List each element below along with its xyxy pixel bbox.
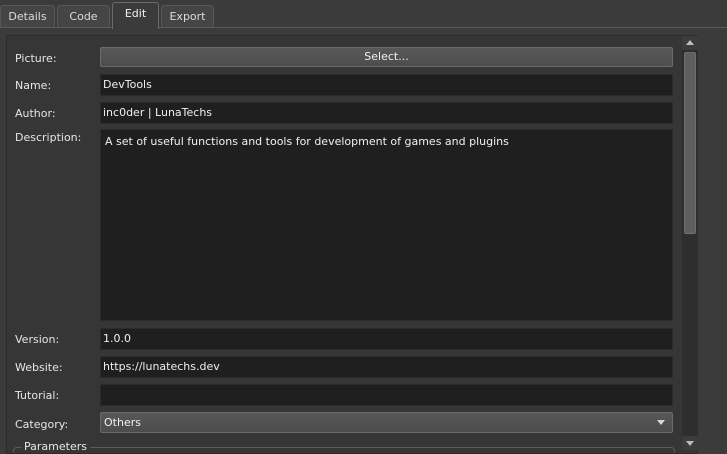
edit-form-panel: Picture: Select... Name: DevTools Author… [6,35,698,454]
author-label: Author: [15,107,56,120]
window-edge [700,28,727,454]
tab-code[interactable]: Code [57,5,110,28]
parameters-group-title: Parameters [21,440,90,453]
tab-bar-divider [0,27,727,28]
parameters-groupbox [13,447,675,453]
name-label: Name: [15,79,52,92]
website-field[interactable]: https://lunatechs.dev [100,356,673,378]
scroll-up-button[interactable] [682,36,698,50]
scroll-down-button[interactable] [682,436,698,450]
select-picture-button[interactable]: Select... [100,47,673,67]
category-label: Category: [15,418,69,431]
scrollbar-thumb[interactable] [684,52,696,234]
scroll-down-arrow-icon [686,441,694,446]
scroll-up-arrow-icon [686,40,694,45]
version-field[interactable]: 1.0.0 [100,328,673,350]
picture-label: Picture: [15,52,57,65]
vertical-scrollbar[interactable] [682,36,698,450]
tab-export[interactable]: Export [161,5,214,28]
category-selected-value: Others [104,416,141,429]
name-field[interactable]: DevTools [100,74,673,96]
tab-bar: Details Code Edit Export [0,0,727,29]
tutorial-field[interactable] [100,384,673,406]
website-label: Website: [15,361,63,374]
tab-details[interactable]: Details [0,5,55,28]
description-label: Description: [15,131,82,144]
tutorial-label: Tutorial: [15,389,60,402]
chevron-down-icon [657,420,665,425]
tab-edit[interactable]: Edit [112,2,159,29]
category-select[interactable]: Others [100,412,673,433]
version-label: Version: [15,333,60,346]
author-field[interactable]: inc0der | LunaTechs [100,102,673,124]
description-textarea[interactable]: A set of useful functions and tools for … [100,129,673,321]
